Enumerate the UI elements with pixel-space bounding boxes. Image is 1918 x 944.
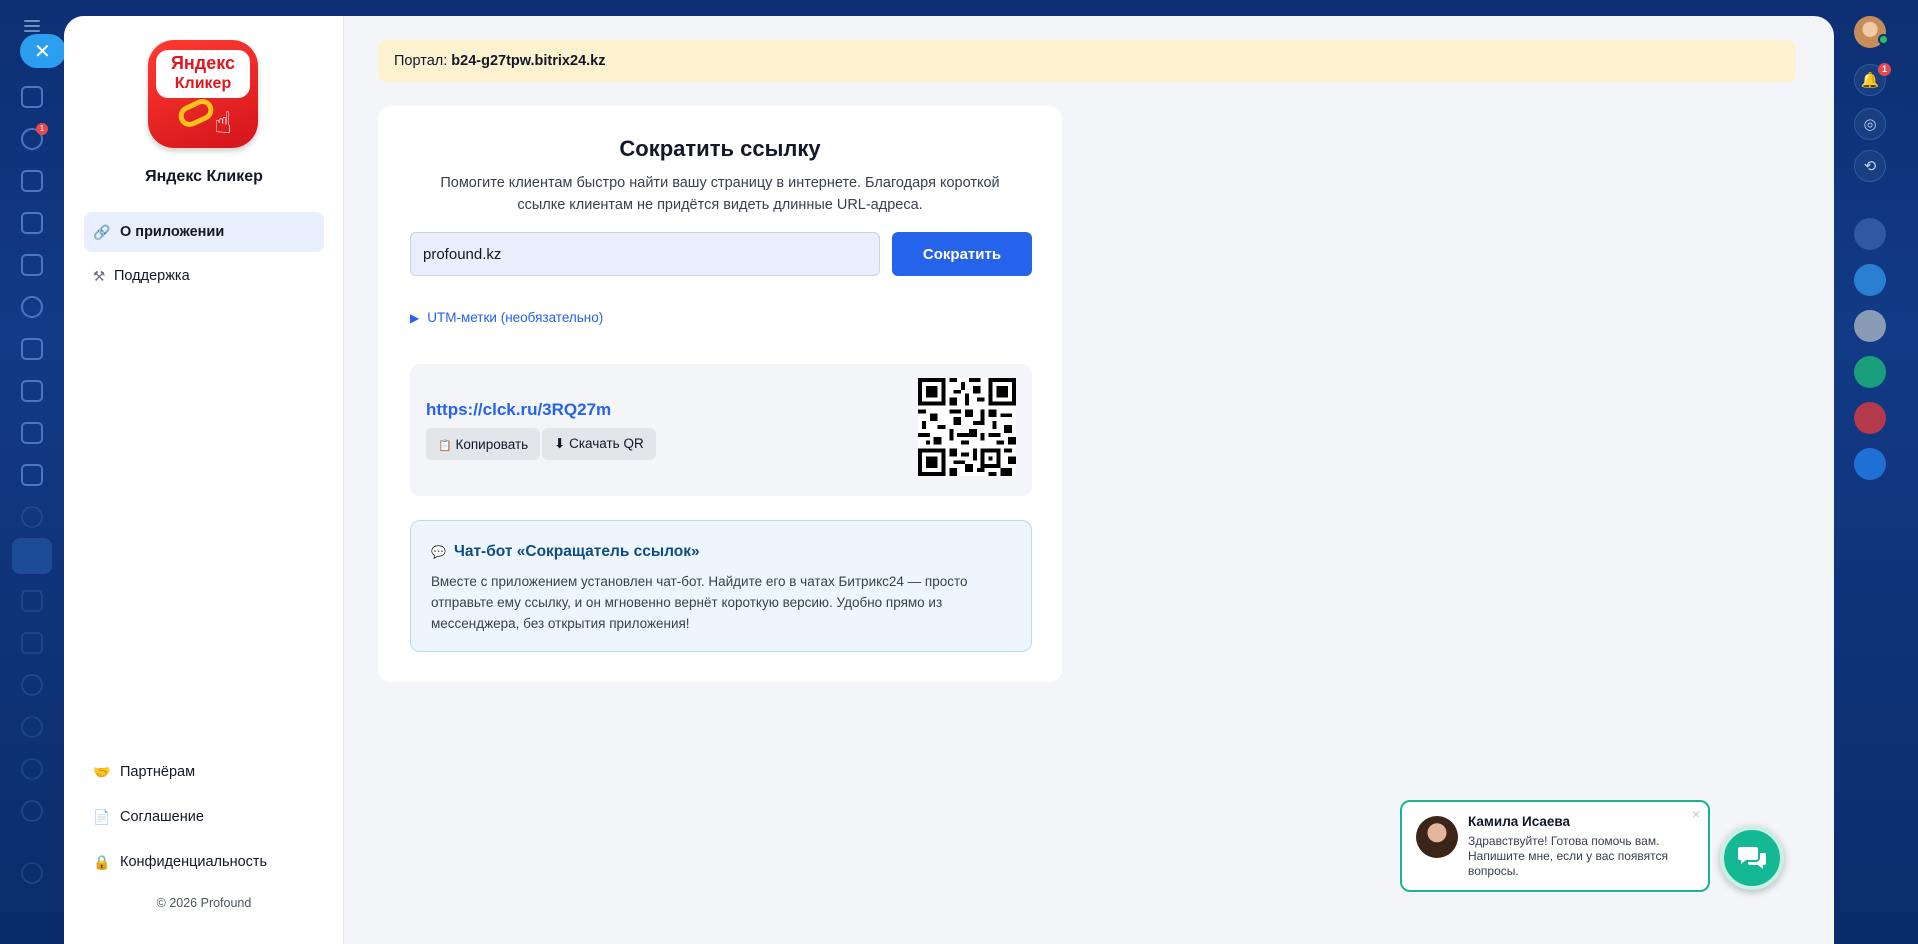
planet-icon[interactable] [21, 506, 43, 528]
store-icon[interactable] [21, 254, 43, 276]
contacts-icon[interactable] [21, 422, 43, 444]
handshake-icon: 🤝 [93, 763, 111, 780]
sidebar-item-agreement[interactable]: 📄 Соглашение [84, 797, 324, 837]
chatbot-text: Вместе с приложением установлен чат-бот.… [431, 574, 968, 631]
card-subtitle: Помогите клиентам быстро найти вашу стра… [440, 175, 1000, 213]
calendar-icon[interactable] [21, 212, 43, 234]
portal-label: Портал: [394, 53, 448, 69]
analytics-icon[interactable] [21, 380, 43, 402]
app-name: Яндекс Кликер [145, 168, 263, 185]
lock-icon: 🔒 [93, 853, 111, 870]
notifications-badge: 1 [1878, 63, 1891, 76]
short-link[interactable]: https://clck.ru/3RQ27m [426, 400, 611, 420]
app-circle-icon[interactable] [21, 758, 43, 780]
code-icon[interactable] [21, 590, 43, 612]
app-circle-icon[interactable] [21, 674, 43, 696]
pointer-hand-icon: ☝ [214, 107, 233, 140]
close-app-button[interactable]: ✕ [20, 34, 66, 68]
chat-avatar-5[interactable] [1854, 402, 1886, 434]
cart-icon[interactable] [21, 338, 43, 360]
bookmark-icon[interactable] [1854, 448, 1886, 480]
sidebar-item-label: Поддержка [114, 268, 190, 284]
crm-badge: 1 [36, 123, 48, 135]
app-circle-icon[interactable] [21, 800, 43, 822]
copyright: © 2026 Profound [156, 896, 252, 910]
sidebar-item-label: О приложении [120, 224, 225, 240]
bot-icon[interactable] [21, 464, 43, 486]
sidebar-item-label: Конфиденциальность [120, 854, 268, 870]
operator-avatar [1416, 816, 1458, 858]
clipboard-icon: 📋 [438, 439, 452, 452]
download-arrow-icon: ⬇ [554, 436, 566, 451]
download-qr-button[interactable]: ⬇ Скачать QR [542, 428, 656, 460]
utm-toggle-label: UTM-метки (необязательно) [427, 310, 604, 325]
sidebar-item-about[interactable]: 🔗 О приложении [84, 212, 324, 252]
app-sidebar: Яндекс Кликер ☝ Яндекс Кликер 🔗 О прилож… [64, 16, 344, 944]
portal-left-rail: ✕ 1 [0, 0, 66, 944]
search-icon[interactable]: ◎ [1854, 108, 1886, 140]
chatbot-info: 💬 Чат-бот «Сокращатель ссылок» Вместе с … [410, 520, 1032, 652]
menu-icon[interactable] [24, 20, 40, 32]
app-circle-icon[interactable] [21, 716, 43, 738]
url-input[interactable] [410, 232, 880, 276]
chat-popup[interactable]: Камила Исаева Здравствуйте! Готова помоч… [1400, 800, 1710, 892]
chain-link-icon [175, 95, 217, 131]
portal-banner: Портал: b24-g27tpw.bitrix24.kz [378, 40, 1796, 82]
portal-right-rail: 🔔 1 ◎ ⟲ [1836, 0, 1918, 944]
chat-icon [1738, 847, 1766, 869]
shorten-button[interactable]: Сократить [892, 232, 1032, 276]
tools-icon: ⚒ [92, 267, 106, 284]
link-icon: 🔗 [93, 223, 111, 240]
online-indicator [1878, 34, 1889, 45]
settings-icon[interactable] [21, 862, 43, 884]
chat-avatar-2[interactable] [1854, 264, 1886, 296]
target-icon[interactable] [21, 296, 43, 318]
chat-avatar-1[interactable] [1854, 218, 1886, 250]
sidebar-item-partners[interactable]: 🤝 Партнёрам [84, 752, 324, 792]
operator-name: Камила Исаева [1468, 814, 1571, 829]
app-active-icon[interactable] [12, 538, 52, 574]
utm-toggle[interactable]: ▶ UTM-метки (необязательно) [410, 310, 603, 325]
copy-button[interactable]: 📋 Копировать [426, 428, 541, 460]
tasks-icon[interactable] [21, 86, 43, 108]
mcp-icon[interactable] [21, 632, 43, 654]
funnel-icon[interactable] [21, 170, 43, 192]
messages-icon[interactable]: ⟲ [1854, 150, 1886, 182]
sidebar-item-label: Соглашение [120, 809, 204, 825]
qr-code [918, 378, 1016, 476]
operator-message: Здравствуйте! Готова помочь вам. Напишит… [1468, 834, 1669, 878]
chatbot-title: 💬 Чат-бот «Сокращатель ссылок» [431, 543, 700, 560]
sidebar-item-support[interactable]: ⚒ Поддержка [84, 256, 324, 296]
document-icon: 📄 [93, 808, 111, 825]
chat-open-button[interactable] [1720, 826, 1784, 890]
result-box: https://clck.ru/3RQ27m 📋 Копировать ⬇ Ск… [410, 364, 1032, 496]
chat-avatar-4[interactable] [1854, 356, 1886, 388]
sidebar-item-privacy[interactable]: 🔒 Конфиденциальность [84, 842, 324, 882]
sidebar-item-label: Партнёрам [120, 764, 196, 780]
card-title: Сократить ссылку [619, 136, 821, 161]
speech-bubble-icon: 💬 [431, 545, 446, 559]
chat-avatar-3[interactable] [1854, 310, 1886, 342]
app-logo: Яндекс Кликер ☝ [148, 40, 258, 148]
portal-domain: b24-g27tpw.bitrix24.kz [451, 53, 606, 69]
shortener-card: Сократить ссылку Помогите клиентам быстр… [378, 106, 1062, 682]
close-icon[interactable]: × [1692, 806, 1700, 822]
triangle-right-icon: ▶ [410, 310, 420, 325]
